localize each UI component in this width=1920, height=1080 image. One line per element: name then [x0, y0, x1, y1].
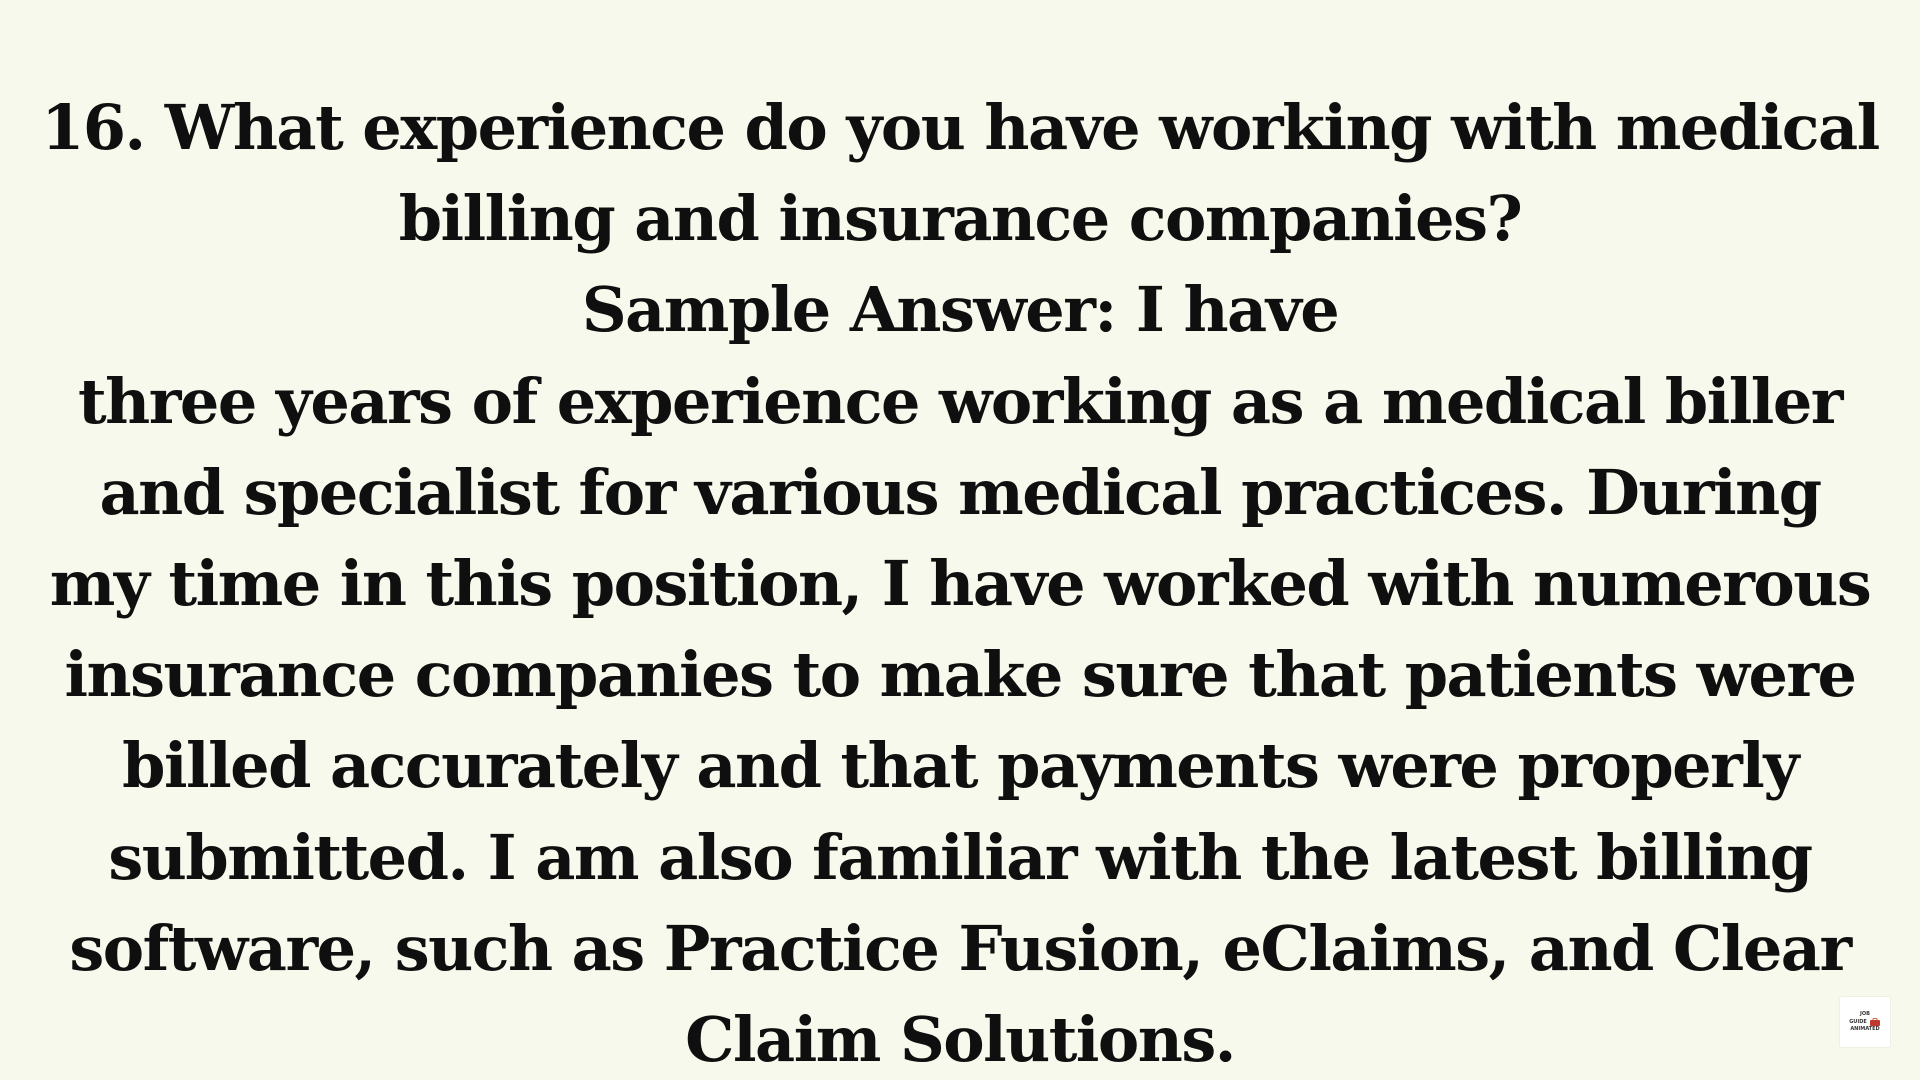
answer-line-3: and specialist for various medical pract… — [99, 455, 1822, 529]
answer-line-9: Claim Solutions. — [685, 1003, 1236, 1077]
watermark-line-2: GUIDE — [1849, 1018, 1867, 1025]
channel-logo-watermark: JOB GUIDE ANIMATED — [1840, 997, 1890, 1047]
answer-line-4: my time in this position, I have worked … — [49, 547, 1872, 621]
watermark-line-3: ANIMATED — [1850, 1026, 1880, 1032]
briefcase-icon — [1869, 1018, 1880, 1026]
question-line-1: 16. What experience do you have working … — [41, 91, 1880, 164]
watermark-row: GUIDE — [1849, 1018, 1881, 1026]
answer-line-6: billed accurately and that payments were… — [122, 729, 1799, 803]
answer-line-2: three years of experience working as a m… — [78, 364, 1843, 438]
slide: 16. What experience do you have working … — [0, 0, 1920, 1080]
answer-line-5: insurance companies to make sure that pa… — [64, 638, 1857, 712]
answer-line-1: Sample Answer: I have — [581, 273, 1340, 347]
watermark-line-1: JOB — [1860, 1011, 1870, 1017]
answer-line-8: software, such as Practice Fusion, eClai… — [69, 911, 1852, 985]
answer-line-7: submitted. I am also familiar with the l… — [108, 820, 1813, 894]
question-line-2: billing and insurance companies? — [398, 182, 1523, 256]
